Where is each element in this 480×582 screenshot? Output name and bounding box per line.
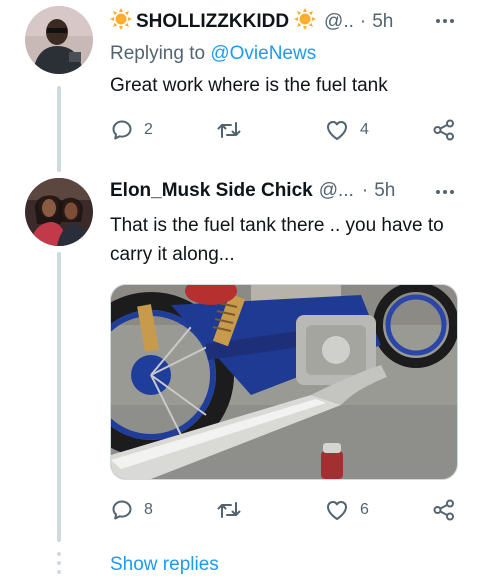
tweet1-separator: · (359, 11, 367, 32)
tweet1-text: Great work where is the fuel tank (110, 75, 388, 96)
retweet-icon (217, 502, 241, 518)
tweet1-display-name[interactable]: SHOLLIZZKKIDD (136, 11, 289, 33)
heart-icon (327, 121, 347, 140)
reply-icon (112, 500, 132, 520)
tweet2-text: That is the fuel tank there .. you have … (110, 215, 444, 265)
tweet1-reply-button[interactable]: 2 (110, 118, 153, 142)
tweet2-separator: · (361, 180, 369, 201)
avatar-shollizzkkidd[interactable] (25, 6, 93, 74)
tweet2-display-name[interactable]: Elon_Musk Side Chick (110, 180, 313, 202)
thread-line-2 (57, 252, 61, 542)
tweet2-more-icon[interactable] (436, 190, 454, 194)
tweet2-reply-button[interactable]: 8 (110, 498, 153, 522)
motorcycle-photo-image (111, 285, 457, 479)
replying-prefix: Replying to (110, 43, 206, 64)
tweet1-actions: 2 4 (110, 118, 458, 144)
tweet1-handle[interactable]: @.. (324, 11, 354, 33)
tweet2-reply-count: 8 (144, 501, 153, 518)
tweet1-header: SHOLLIZZKKIDD @.. · 5h (110, 8, 393, 36)
tweet2-like-count: 6 (360, 501, 369, 518)
tweet1-retweet-button[interactable] (216, 118, 242, 142)
tweet1-reply-count: 2 (144, 121, 153, 138)
reply-icon (112, 120, 132, 140)
tweet1-like-count: 4 (360, 121, 369, 138)
heart-icon (327, 501, 347, 520)
sun-emoji-icon (294, 8, 317, 36)
tweet1-time[interactable]: 5h (372, 11, 393, 33)
tweet2-like-button[interactable]: 6 (324, 498, 369, 522)
tweet2-actions: 8 6 (110, 498, 458, 524)
tweet1-replying-to: Replying to @OvieNews (110, 43, 316, 65)
tweet2-share-button[interactable] (432, 498, 456, 522)
show-replies-link[interactable]: Show replies (110, 554, 219, 576)
avatar-elon-musk-side-chick[interactable] (25, 178, 93, 246)
tweet2-header: Elon_Musk Side Chick @... · 5h (110, 180, 395, 202)
replying-handle-link[interactable]: @OvieNews (210, 43, 316, 64)
tweet1-share-button[interactable] (432, 118, 456, 142)
tweet2-media-photo[interactable] (110, 284, 458, 480)
tweet1-like-button[interactable]: 4 (324, 118, 369, 142)
share-icon (433, 119, 454, 141)
thread-continuation-dots (57, 552, 61, 574)
retweet-icon (217, 122, 241, 138)
sun-emoji-icon (110, 8, 132, 36)
tweet2-time[interactable]: 5h (374, 180, 395, 202)
tweet2-retweet-button[interactable] (216, 498, 242, 522)
tweet2-handle[interactable]: @... (319, 180, 354, 202)
share-icon (433, 499, 454, 521)
thread-line-1 (57, 86, 61, 172)
tweet1-more-icon[interactable] (436, 19, 454, 23)
